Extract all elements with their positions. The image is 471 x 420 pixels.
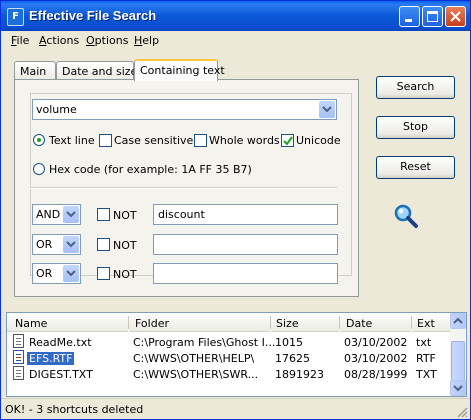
operator-select-3[interactable]: OR (32, 263, 81, 284)
combo-dropdown-button[interactable] (319, 101, 335, 118)
main-window: F Effective File Search File Actions Opt… (0, 0, 471, 420)
operator-dropdown-button[interactable] (63, 206, 79, 223)
text-line-label: Text line (49, 134, 95, 147)
not-label: NOT (113, 239, 137, 252)
not-checkbox-2[interactable] (97, 238, 110, 251)
tab-main[interactable]: Main (14, 61, 56, 79)
menu-options[interactable]: Options (86, 34, 128, 47)
divider (30, 187, 337, 189)
chevron-down-icon (453, 385, 463, 392)
resize-grip-icon[interactable] (456, 406, 468, 418)
checkmark-icon (283, 136, 293, 146)
table-row[interactable]: EFS.RTF C:\WWS\OTHER\HELP\ 17625 03/10/2… (7, 350, 452, 366)
not-label: NOT (113, 209, 137, 222)
file-date: 08/28/1999 (344, 368, 408, 381)
file-name: DIGEST.TXT (29, 368, 93, 381)
file-size: 17625 (275, 352, 310, 365)
status-bar: OK! - 3 shortcuts deleted (1, 398, 470, 420)
text-line-radio[interactable] (33, 134, 45, 146)
window-title: Effective File Search (29, 8, 157, 23)
magnifier-icon (394, 204, 418, 228)
text-file-icon (13, 366, 24, 380)
condition-input-3[interactable] (153, 263, 338, 284)
file-name: ReadMe.txt (29, 336, 92, 349)
whole-words-checkbox[interactable] (194, 134, 207, 147)
chevron-down-icon (66, 211, 76, 218)
scroll-thumb[interactable] (451, 341, 465, 381)
scroll-up-button[interactable] (450, 313, 466, 329)
operator-dropdown-button[interactable] (63, 236, 79, 253)
file-folder: C:\WWS\OTHER\HELP\ (133, 352, 255, 365)
hex-code-radio[interactable] (33, 163, 45, 175)
not-checkbox-1[interactable] (97, 208, 110, 221)
case-sensitive-checkbox[interactable] (99, 134, 112, 147)
column-header-size[interactable]: Size (271, 313, 339, 332)
menu-actions[interactable]: Actions (39, 34, 79, 47)
status-text: OK! - 3 shortcuts deleted (5, 403, 144, 416)
file-date: 03/10/2002 (344, 336, 408, 349)
operator-value: AND (36, 208, 61, 221)
hex-code-label: Hex code (for example: 1A FF 35 B7) (49, 163, 252, 176)
column-header-folder[interactable]: Folder (129, 313, 270, 332)
chevron-down-icon (66, 270, 76, 277)
chevron-down-icon (322, 106, 332, 113)
column-header-date[interactable]: Date (340, 313, 411, 332)
file-size: 1015 (275, 336, 303, 349)
column-header-ext[interactable]: Ext (412, 313, 452, 332)
text-search-value: volume (36, 103, 77, 116)
table-row[interactable]: DIGEST.TXT C:\WWS\OTHER\SWR... 1891923 0… (7, 366, 452, 382)
file-folder: C:\Program Files\Ghost I... (133, 336, 276, 349)
maximize-button[interactable] (422, 6, 443, 27)
table-row[interactable]: ReadMe.txt C:\Program Files\Ghost I... 1… (7, 334, 452, 350)
text-search-combo[interactable]: volume (32, 99, 337, 120)
results-list[interactable]: Name Folder Size Date Ext ReadMe.txt C:\… (6, 312, 467, 397)
condition-input-value: discount (158, 208, 205, 221)
unicode-checkbox[interactable] (281, 134, 294, 147)
text-file-icon (13, 334, 24, 348)
close-button[interactable] (445, 6, 466, 27)
maximize-icon (427, 11, 438, 22)
file-name: EFS.RTF (27, 352, 75, 365)
chevron-down-icon (66, 241, 76, 248)
tab-date-and-size[interactable]: Date and size (56, 61, 137, 79)
chevron-up-icon (453, 317, 463, 324)
vertical-scrollbar[interactable] (450, 313, 466, 396)
file-size: 1891923 (275, 368, 324, 381)
app-icon: F (7, 8, 24, 26)
menu-file[interactable]: File (11, 34, 29, 47)
search-button[interactable]: Search (376, 76, 455, 99)
tab-containing-text[interactable]: Containing text (134, 59, 225, 81)
scroll-down-button[interactable] (450, 380, 466, 396)
unicode-label: Unicode (296, 134, 341, 147)
not-label: NOT (113, 268, 137, 281)
operator-select-1[interactable]: AND (32, 204, 81, 225)
close-icon (450, 11, 461, 22)
menu-help[interactable]: Help (134, 34, 159, 47)
minimize-icon (405, 19, 412, 22)
file-date: 03/10/2002 (344, 352, 408, 365)
column-header-name[interactable]: Name (7, 313, 128, 332)
file-ext: txt (416, 336, 432, 349)
operator-select-2[interactable]: OR (32, 234, 81, 255)
file-ext: RTF (416, 352, 436, 365)
operator-dropdown-button[interactable] (63, 265, 79, 282)
reset-button[interactable]: Reset (376, 156, 455, 179)
whole-words-label: Whole words (209, 134, 280, 147)
operator-value: OR (36, 238, 53, 251)
file-ext: TXT (416, 368, 437, 381)
stop-button[interactable]: Stop (376, 116, 455, 139)
file-folder: C:\WWS\OTHER\SWR... (133, 368, 259, 381)
not-checkbox-3[interactable] (97, 267, 110, 280)
minimize-button[interactable] (399, 6, 420, 27)
menu-bar: File Actions Options Help (1, 31, 470, 51)
title-bar[interactable]: F Effective File Search (1, 1, 470, 31)
operator-value: OR (36, 267, 53, 280)
containing-text-panel: volume Text line Case sensitive Whole wo… (14, 79, 359, 297)
condition-input-2[interactable] (153, 234, 338, 255)
case-sensitive-label: Case sensitive (114, 134, 194, 147)
condition-input-1[interactable]: discount (153, 204, 338, 225)
rtf-file-icon (13, 350, 24, 364)
